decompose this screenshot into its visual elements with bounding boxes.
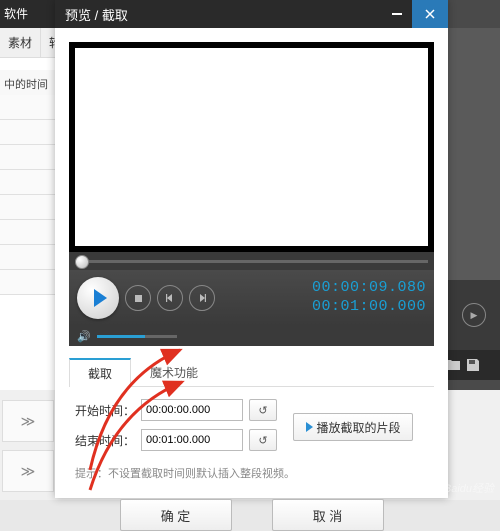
volume-slider[interactable] [97,335,177,338]
reset-icon: ↺ [258,404,267,417]
start-time-label: 开始时间： [75,402,135,419]
next-frame-button[interactable] [189,285,215,311]
save-icon[interactable] [465,357,481,373]
list-item [0,170,55,195]
watermark: Baidu经验 [444,480,494,496]
start-time-reset-button[interactable]: ↺ [249,399,277,421]
volume-icon[interactable]: 🔊 [77,330,91,343]
end-time-label: 结束时间： [75,432,135,449]
hint-text: 提示：不设置截取时间则默认插入整段视频。 [75,465,428,481]
bg-app-title: 软件 [0,0,59,28]
play-icon [306,422,313,432]
ok-button[interactable]: 确 定 [120,499,232,531]
play-icon [94,289,107,307]
list-item [0,270,55,295]
total-time: 00:01:00.000 [312,298,426,317]
minimize-button[interactable] [382,0,412,28]
volume-bar: 🔊 [69,326,434,346]
reset-icon: ↺ [258,434,267,447]
seek-thumb[interactable] [75,255,89,269]
bg-cell-next[interactable]: ≫ [2,400,54,442]
tab-clip[interactable]: 截取 [69,358,131,387]
list-item [0,145,55,170]
current-time: 00:00:09.080 [312,279,426,298]
bg-cell-next[interactable]: ≫ [2,450,54,492]
play-segment-label: 播放截取的片段 [317,419,401,436]
stop-icon [135,295,142,302]
player-controls: 00:00:09.080 00:01:00.000 [69,270,434,326]
list-item [0,120,55,145]
list-item [0,95,55,120]
bg-tab-material[interactable]: 素材 [0,28,41,57]
close-button[interactable] [412,0,448,28]
end-time-reset-button[interactable]: ↺ [249,429,277,451]
chevron-right-icon: ≫ [21,463,36,480]
bg-play-icon[interactable]: ▶ [462,303,486,327]
list-item [0,245,55,270]
play-button[interactable] [77,277,119,319]
video-preview [69,42,434,252]
step-forward-icon [197,293,207,303]
start-time-input[interactable] [141,399,243,421]
tab-magic[interactable]: 魔术功能 [131,358,217,386]
chevron-right-icon: ≫ [21,413,36,430]
titlebar: 预览 / 截取 [55,0,448,28]
prev-frame-button[interactable] [157,285,183,311]
preview-clip-dialog: 预览 / 截取 00:00:09.080 00:01:00.000 🔊 截取 魔… [55,0,448,498]
dialog-title: 预览 / 截取 [65,5,382,24]
bg-toolbar [441,350,500,380]
close-icon [424,8,436,20]
cancel-button[interactable]: 取 消 [272,499,384,531]
minimize-icon [392,13,402,15]
seek-bar[interactable] [69,252,434,270]
end-time-input[interactable] [141,429,243,451]
play-segment-button[interactable]: 播放截取的片段 [293,413,413,441]
stop-button[interactable] [125,285,151,311]
step-back-icon [165,293,175,303]
time-display: 00:00:09.080 00:01:00.000 [312,279,426,317]
list-item [0,195,55,220]
list-item [0,220,55,245]
